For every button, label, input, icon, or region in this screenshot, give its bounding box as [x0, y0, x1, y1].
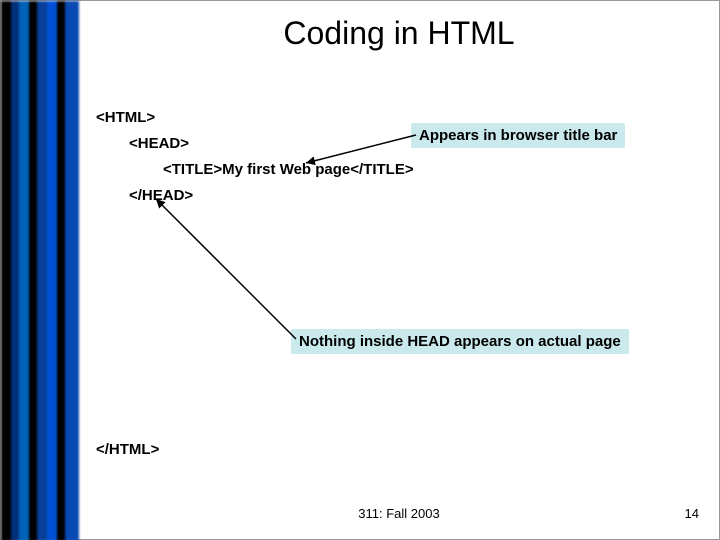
code-head-open: <HEAD>: [129, 135, 189, 152]
callout-nothing: Nothing inside HEAD appears on actual pa…: [291, 329, 629, 354]
slide: Coding in HTML <HTML> <HEAD> <TITLE>My f…: [0, 0, 720, 540]
callout-appears: Appears in browser title bar: [411, 123, 625, 148]
code-head-close: </HEAD>: [129, 187, 193, 204]
code-html-open: <HTML>: [96, 109, 155, 126]
footer-center: 311: Fall 2003: [79, 506, 719, 521]
decorative-sidebar: [1, 1, 79, 540]
arrows: [1, 1, 720, 540]
code-title-line: <TITLE>My first Web page</TITLE>: [163, 161, 414, 178]
slide-title: Coding in HTML: [79, 15, 719, 52]
code-html-close: </HTML>: [96, 441, 159, 458]
footer-page-number: 14: [685, 506, 699, 521]
